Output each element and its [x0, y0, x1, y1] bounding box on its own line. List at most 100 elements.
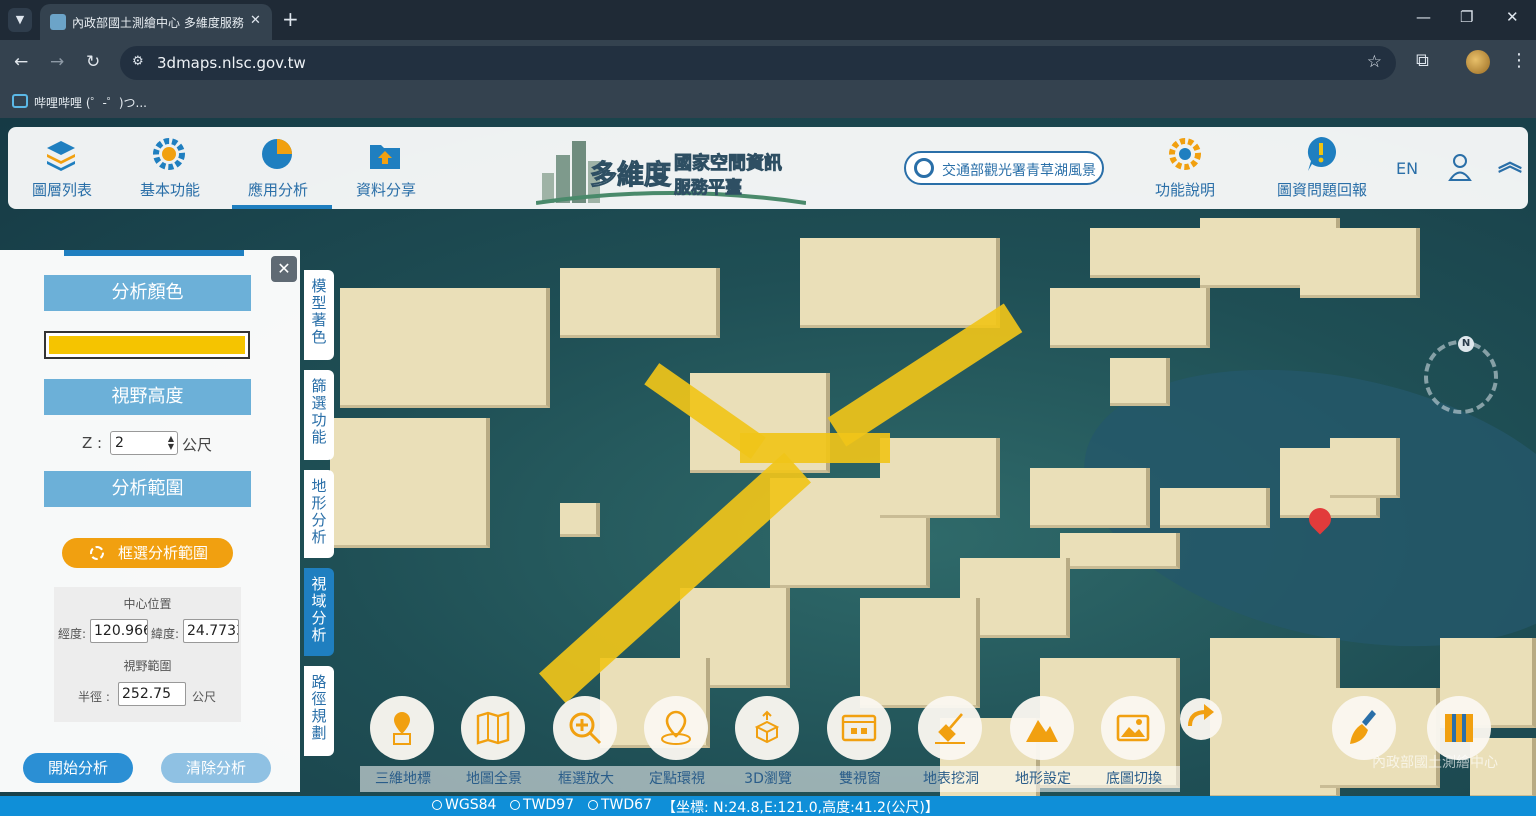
bookmark-item[interactable]: 哔哩哔哩 (゜-゜)つ...	[34, 94, 147, 111]
tool-dual-window[interactable]: 雙視窗	[817, 694, 903, 790]
language-toggle[interactable]: EN	[1396, 159, 1418, 178]
browser-tab[interactable]: 內政部國土測繪中心 多維度服務 ✕	[40, 4, 272, 40]
tool-box-zoom[interactable]: 框選放大	[543, 694, 629, 790]
panel-top-bar	[64, 250, 244, 256]
minimize-icon[interactable]: —	[1416, 8, 1431, 26]
zoom-in-icon	[569, 712, 602, 745]
bilibili-icon	[12, 94, 28, 108]
tool-3d-landmark[interactable]: 三維地標	[360, 694, 446, 790]
view-range-title: 視野範圍	[123, 659, 172, 673]
restore-icon[interactable]: ❐	[1460, 8, 1473, 26]
back-icon[interactable]: ←	[14, 52, 28, 72]
user-icon[interactable]	[1448, 153, 1472, 181]
color-picker[interactable]	[44, 331, 250, 359]
select-range-label: 框選分析範圍	[118, 544, 209, 562]
site-info-icon[interactable]: ⚙	[132, 54, 144, 69]
dashed-circle-icon	[90, 546, 104, 560]
browser-toolbar: ← → ↻ ⚙ 3dmaps.nlsc.gov.tw ☆ ⧉ ⋮	[0, 40, 1536, 86]
z-label: Z :	[82, 434, 103, 452]
tool-label: 雙視窗	[839, 771, 881, 787]
help-button[interactable]: 功能說明	[1142, 127, 1228, 209]
building	[330, 418, 490, 548]
map-layers-button[interactable]	[1427, 696, 1491, 760]
forward-icon[interactable]: →	[50, 52, 64, 72]
panel-close-button[interactable]: ✕	[271, 256, 297, 282]
tool-terrain-settings[interactable]: 地形設定	[1000, 694, 1086, 790]
lng-label: 經度:	[58, 627, 87, 641]
address-bar[interactable]: ⚙ 3dmaps.nlsc.gov.tw ☆	[120, 46, 1396, 80]
tool-basemap-switch[interactable]: 底圖切換	[1091, 694, 1177, 790]
crs-twd97-radio[interactable]: TWD97	[510, 797, 574, 813]
nav-label: 基本功能	[139, 181, 200, 199]
latitude-input[interactable]: 24.7733	[183, 619, 239, 643]
center-title: 中心位置	[123, 597, 172, 611]
tool-surface-dig[interactable]: 地表挖洞	[908, 694, 994, 790]
building	[340, 288, 550, 408]
tab-model-coloring[interactable]: 模型著色	[304, 270, 334, 360]
cube-arrows-icon	[754, 710, 780, 744]
tool-label: 地表挖洞	[923, 771, 979, 787]
close-icon[interactable]: ✕	[250, 13, 261, 28]
mountain-icon	[1026, 720, 1058, 742]
redo-button[interactable]	[1180, 698, 1222, 740]
compass-ring[interactable]	[1424, 340, 1498, 414]
collapse-up-icon[interactable]: ︽	[1498, 150, 1522, 174]
report-label: 圖資問題回報	[1276, 181, 1367, 199]
radius-value: 252.75	[122, 686, 171, 702]
report-issue-button[interactable]: 圖資問題回報	[1264, 127, 1380, 209]
status-bar: WGS84 TWD97 TWD67 【坐標: N:24.8,E:121.0,高度…	[0, 796, 1536, 816]
layers-icon	[47, 141, 75, 171]
crs-wgs84-radio[interactable]: WGS84	[432, 797, 496, 813]
window-close-icon[interactable]: ✕	[1506, 8, 1519, 26]
nav-basic-functions[interactable]: 基本功能	[116, 127, 224, 209]
brush-icon	[1350, 710, 1376, 744]
nav-layer-list[interactable]: 圖層列表	[8, 127, 116, 209]
clear-brush-button[interactable]	[1332, 696, 1396, 760]
pin-cube-icon	[393, 712, 411, 745]
analysis-range-header: 分析範圍	[44, 471, 251, 507]
folded-map-icon	[476, 711, 510, 745]
tool-label: 地圖全景	[466, 771, 522, 787]
clear-analysis-button[interactable]: 清除分析	[161, 753, 271, 783]
new-tab-button[interactable]: +	[282, 8, 299, 30]
reload-icon[interactable]: ↻	[86, 52, 100, 72]
tool-label: 定點環視	[649, 771, 705, 787]
start-analysis-button[interactable]: 開始分析	[23, 753, 133, 783]
building	[560, 503, 600, 537]
coordinate-readout: 【坐標: N:24.8,E:121.0,高度:41.2(公尺)】	[662, 800, 939, 816]
radius-input[interactable]: 252.75	[118, 682, 186, 706]
nav-label: 資料分享	[355, 181, 416, 199]
tab-search-button[interactable]: ▼	[8, 8, 32, 32]
site-header: 圖層列表 基本功能 應用分析 資料分享 多維度 國家空間資訊 服務平臺 交通部觀…	[8, 127, 1528, 209]
nav-label: 圖層列表	[31, 181, 92, 199]
tab-filter[interactable]: 篩選功能	[304, 370, 334, 460]
search-input[interactable]: 交通部觀光署青草湖風景	[904, 151, 1104, 185]
bookmark-star-icon[interactable]: ☆	[1367, 52, 1382, 72]
logo-main-text: 多維度	[590, 160, 672, 192]
profile-avatar[interactable]	[1466, 50, 1490, 74]
building	[1060, 533, 1180, 569]
z-height-input[interactable]: 2 ▲ ▼	[110, 431, 178, 455]
logo-line1: 國家空間資訊	[674, 153, 783, 175]
tool-3d-browse[interactable]: 3D瀏覽	[725, 694, 811, 790]
radius-unit: 公尺	[192, 690, 217, 704]
crs-twd67-radio[interactable]: TWD67	[588, 797, 652, 813]
tool-map-panorama[interactable]: 地圖全景	[451, 694, 537, 790]
menu-kebab-icon[interactable]: ⋮	[1510, 50, 1528, 71]
browser-tab-bar: ▼ 內政部國土測繪中心 多維度服務 ✕ + — ❐ ✕	[0, 0, 1536, 40]
extensions-icon[interactable]: ⧉	[1416, 50, 1429, 71]
lat-label: 緯度:	[151, 627, 180, 641]
select-range-button[interactable]: 框選分析範圍	[62, 538, 233, 568]
tab-terrain-analysis[interactable]: 地形分析	[304, 470, 334, 558]
pin-orbit-icon	[661, 710, 691, 745]
tool-point-surround[interactable]: 定點環視	[634, 694, 720, 790]
spinner-icon[interactable]: ▲ ▼	[168, 435, 174, 451]
tab-route-planning[interactable]: 路徑規劃	[304, 666, 334, 756]
nav-data-share[interactable]: 資料分享	[332, 127, 440, 209]
site-logo[interactable]: 多維度 國家空間資訊 服務平臺	[536, 133, 806, 205]
longitude-input[interactable]: 120.966	[90, 619, 148, 643]
dual-window-icon	[841, 714, 877, 742]
nav-application-analysis[interactable]: 應用分析	[224, 127, 332, 209]
z-unit: 公尺	[182, 436, 213, 454]
tab-viewshed-analysis[interactable]: 視域分析	[304, 568, 334, 656]
